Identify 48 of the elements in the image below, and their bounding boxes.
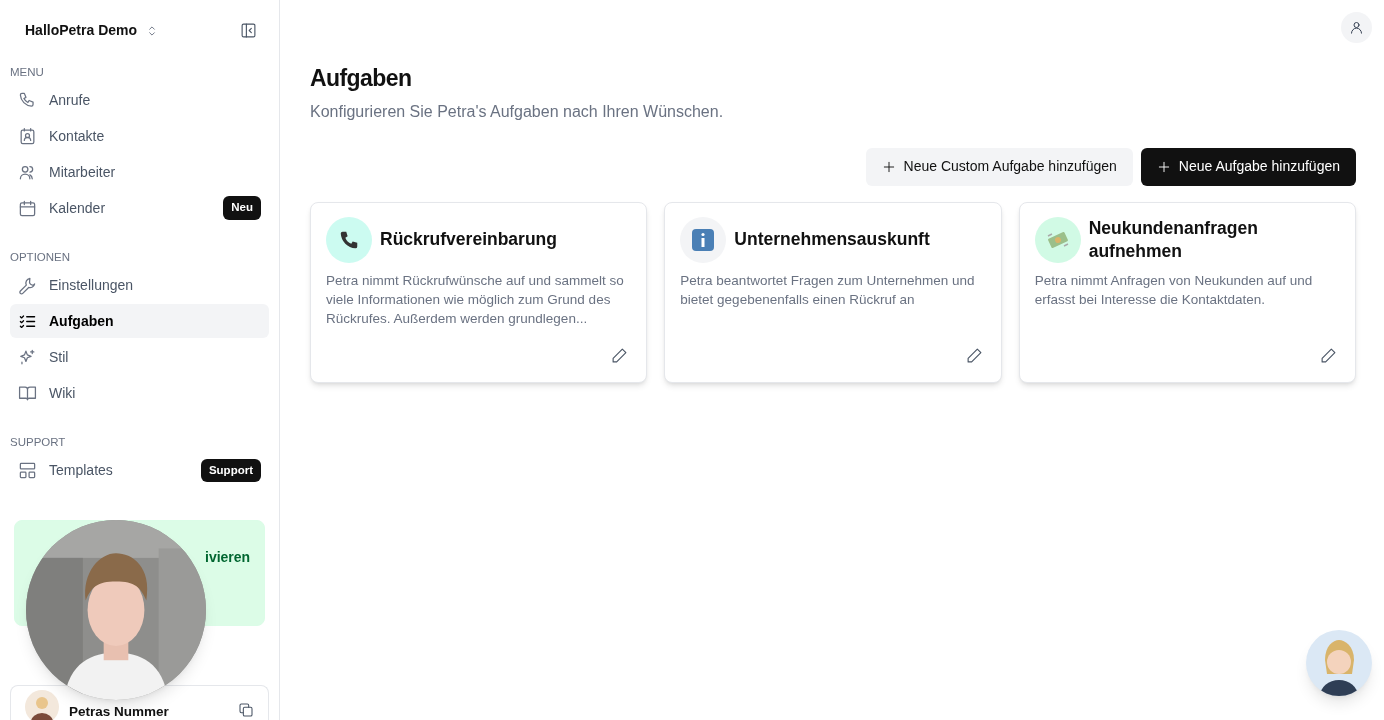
avatar-icon [25, 690, 59, 720]
contact-card-icon [18, 126, 37, 146]
plus-icon [881, 159, 896, 174]
assistant-avatar-button[interactable] [1306, 630, 1372, 696]
phone-icon [18, 90, 37, 110]
sparkles-icon [18, 347, 37, 367]
edit-icon[interactable] [1320, 346, 1337, 364]
plus-icon [1156, 159, 1171, 174]
sidebar-item[interactable]: Wiki [10, 376, 269, 411]
task-card[interactable]: Rückrufvereinbarung Petra nimmt Rückrufwünsche auf und sammelt so viele Informationen wie möglich zum Grund des Rückrufes. Außerdem werden grundlegen... [310, 201, 648, 383]
user-icon [1349, 20, 1364, 35]
section-label: OPTIONEN [9, 250, 72, 266]
sidebar-item[interactable]: Kontakte [10, 119, 269, 154]
copy-icon[interactable] [238, 702, 254, 718]
task-title: Neukundenanfragen aufnehmen [1088, 216, 1259, 263]
task-description: Petra nimmt Rückrufwünsche auf und sammelt so viele Informationen wie möglich zum Grund des Rückrufes. Außerdem werden grundlegen... [326, 271, 625, 328]
task-title: Unternehmensauskunft [734, 228, 930, 251]
sidebar-item[interactable]: Einstellungen [10, 268, 269, 303]
info-icon [691, 227, 716, 252]
calendar-icon [18, 198, 37, 218]
task-card[interactable]: Unternehmensauskunft Petra beantwortet Fragen zum Unternehmen und bietet gegebenenfalls einen Rückruf an [664, 201, 1002, 383]
add-task-button[interactable]: Neue Aufgabe hinzufügen [1140, 147, 1356, 186]
section-label: SUPPORT [9, 435, 67, 451]
task-card[interactable]: Neukundenanfragen aufnehmen Petra nimmt Anfragen von Neukunden auf und erfasst bei Interesse die Kontaktdaten. [1018, 201, 1356, 383]
sidebar-item[interactable]: Stil [10, 340, 269, 375]
workspace-switcher[interactable]: HalloPetra Demo [25, 20, 160, 42]
sidebar-item[interactable]: Kalender Neu [10, 191, 269, 226]
sidebar-item[interactable]: Templates Support [10, 453, 269, 488]
page-subtitle: Konfigurieren Sie Petra's Aufgaben nach Ihren Wünschen. [310, 101, 725, 122]
badge: Neu [223, 196, 261, 220]
edit-icon[interactable] [611, 346, 629, 364]
task-description: Petra beantwortet Fragen zum Unternehmen und bietet gegebenenfalls einen Rückruf an [680, 271, 976, 309]
user-menu-button[interactable] [1341, 12, 1372, 43]
sidebar-item[interactable]: Mitarbeiter [10, 155, 269, 190]
page-title: Aufgaben [310, 64, 413, 93]
task-title: Rückrufvereinbarung [380, 228, 557, 251]
wrench-icon [18, 275, 37, 295]
sidebar-toggle-icon[interactable] [240, 22, 257, 40]
sidebar-item[interactable]: Anrufe [10, 83, 269, 118]
badge: Support [200, 458, 261, 483]
promo-title: ivieren [205, 547, 251, 567]
sidebar-item[interactable]: Aufgaben [10, 304, 269, 339]
edit-icon[interactable] [965, 346, 983, 364]
layout-icon [18, 461, 37, 481]
add-custom-task-button[interactable]: Neue Custom Aufgabe hinzufügen [865, 147, 1133, 186]
task-description: Petra nimmt Anfragen von Neukunden auf und erfasst bei Interesse die Kontaktdaten. [1034, 271, 1314, 309]
section-label: MENU [9, 64, 45, 80]
phone-card-label: Petras Nummer [69, 703, 170, 720]
